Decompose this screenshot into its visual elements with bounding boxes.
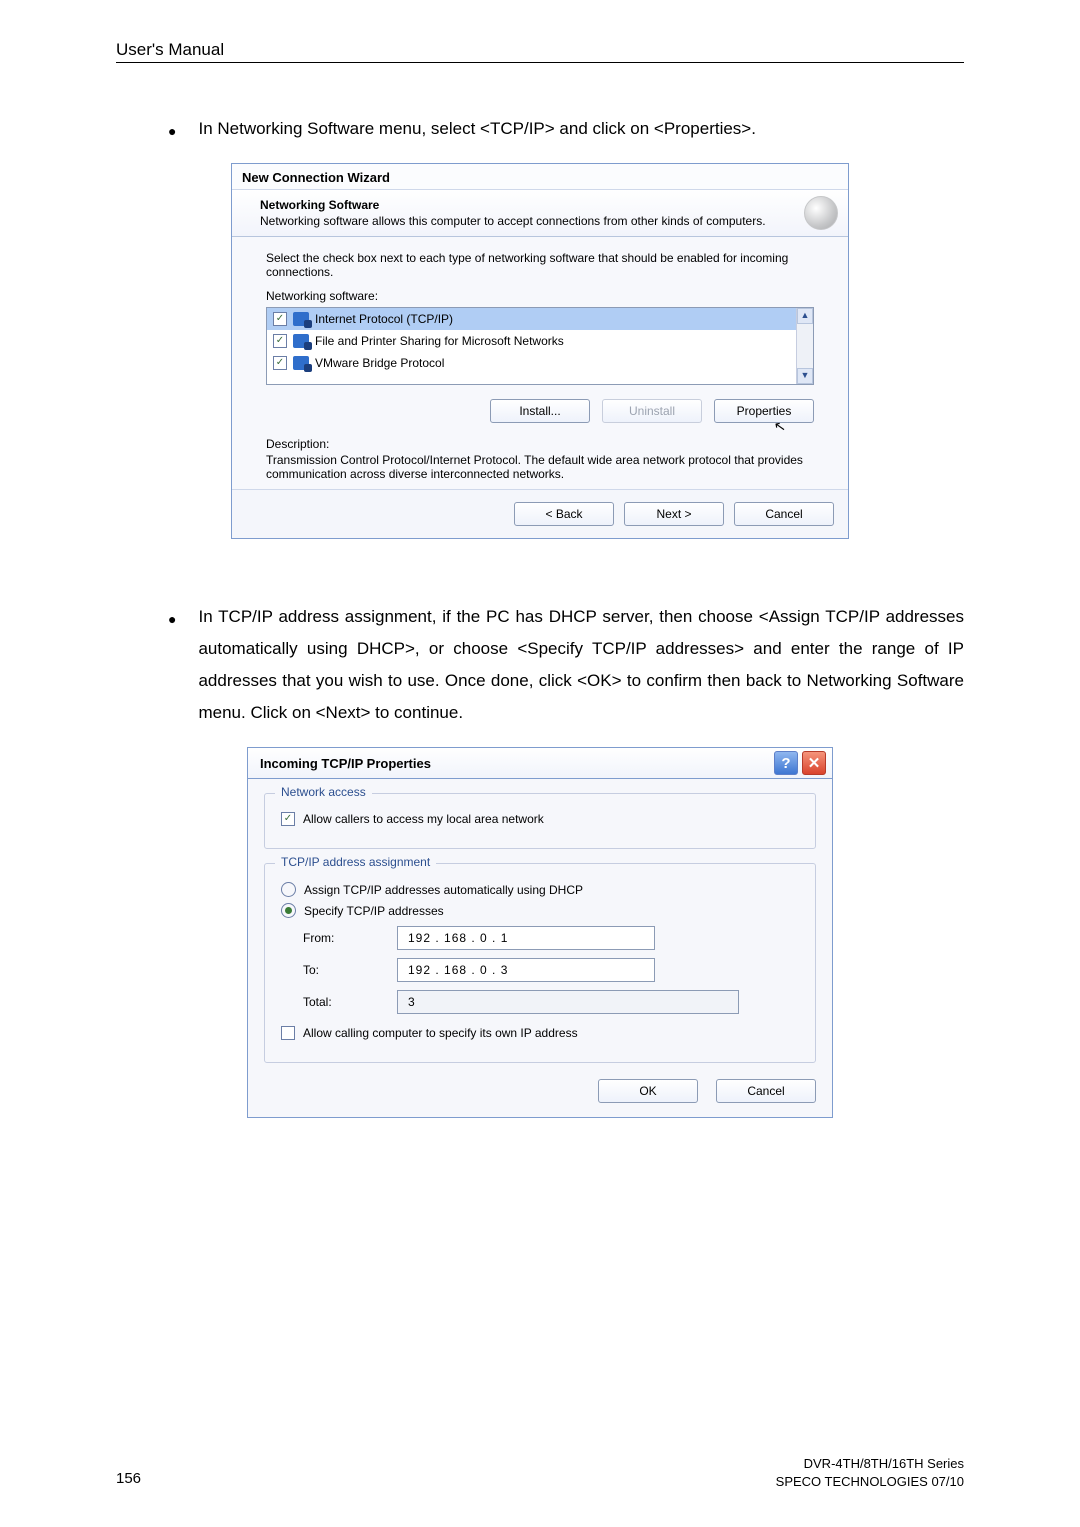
wizard-title: New Connection Wizard (232, 164, 848, 190)
footer-right: DVR-4TH/8TH/16TH Series SPECO TECHNOLOGI… (776, 1455, 964, 1491)
install-button[interactable]: Install... (490, 399, 590, 423)
close-button[interactable]: ✕ (802, 751, 826, 775)
group-legend: TCP/IP address assignment (275, 855, 436, 869)
body: ● In Networking Software menu, select <T… (116, 63, 964, 1118)
radio-label: Specify TCP/IP addresses (304, 904, 444, 918)
radio-specify[interactable] (281, 903, 296, 918)
bullet-text: In TCP/IP address assignment, if the PC … (198, 601, 964, 729)
software-listbox[interactable]: ✓ Internet Protocol (TCP/IP) ✓ File and … (266, 307, 814, 385)
dialog-titlebar: Incoming TCP/IP Properties ? ✕ (247, 747, 833, 778)
page-number: 156 (116, 1470, 141, 1487)
wizard-instruction: Select the check box next to each type o… (266, 251, 814, 279)
checkbox-label: Allow calling computer to specify its ow… (303, 1026, 578, 1040)
page-header: User's Manual (116, 40, 964, 63)
description-text: Transmission Control Protocol/Internet P… (266, 453, 814, 481)
list-item-label: VMware Bridge Protocol (315, 356, 444, 370)
from-label: From: (303, 931, 379, 945)
wizard-subtitle: Networking Software (260, 198, 834, 212)
to-label: To: (303, 963, 379, 977)
document-page: User's Manual ● In Networking Software m… (0, 0, 1080, 1527)
group-legend: Network access (275, 785, 372, 799)
bullet-icon: ● (168, 113, 176, 147)
wizard-subdesc: Networking software allows this computer… (260, 214, 834, 228)
bullet-item: ● In Networking Software menu, select <T… (116, 113, 964, 147)
properties-button[interactable]: Properties (714, 399, 814, 423)
next-button[interactable]: Next > (624, 502, 724, 526)
address-assignment-group: TCP/IP address assignment Assign TCP/IP … (264, 863, 816, 1063)
protocol-icon (293, 356, 309, 370)
scroll-down-icon[interactable]: ▼ (797, 368, 813, 384)
bullet-item: ● In TCP/IP address assignment, if the P… (116, 601, 964, 729)
uninstall-button: Uninstall (602, 399, 702, 423)
software-label: Networking software: (266, 289, 814, 303)
wizard-dialog: New Connection Wizard Networking Softwar… (231, 163, 849, 539)
footer-line: DVR-4TH/8TH/16TH Series (776, 1455, 964, 1473)
total-label: Total: (303, 995, 379, 1009)
dialog-title: Incoming TCP/IP Properties (260, 756, 431, 771)
list-item[interactable]: ✓ Internet Protocol (TCP/IP) (267, 308, 813, 330)
scroll-up-icon[interactable]: ▲ (797, 308, 813, 324)
to-ip-input[interactable]: 192 . 168 . 0 . 3 (397, 958, 655, 982)
description-label: Description: (266, 437, 814, 451)
protocol-icon (293, 312, 309, 326)
radio-label: Assign TCP/IP addresses automatically us… (304, 883, 583, 897)
checkbox-icon[interactable]: ✓ (273, 312, 287, 326)
scrollbar[interactable]: ▲ ▼ (796, 308, 813, 384)
checkbox-icon[interactable]: ✓ (281, 812, 295, 826)
radio-dhcp[interactable] (281, 882, 296, 897)
list-item[interactable]: ✓ File and Printer Sharing for Microsoft… (267, 330, 813, 352)
footer-line: SPECO TECHNOLOGIES 07/10 (776, 1473, 964, 1491)
help-button[interactable]: ? (774, 751, 798, 775)
tcpip-properties-dialog: Incoming TCP/IP Properties ? ✕ Network a… (247, 747, 833, 1118)
cancel-button[interactable]: Cancel (734, 502, 834, 526)
bullet-icon: ● (168, 601, 176, 635)
list-item[interactable]: ✓ VMware Bridge Protocol (267, 352, 813, 374)
back-button[interactable]: < Back (514, 502, 614, 526)
from-ip-input[interactable]: 192 . 168 . 0 . 1 (397, 926, 655, 950)
list-item-label: File and Printer Sharing for Microsoft N… (315, 334, 564, 348)
protocol-icon (293, 334, 309, 348)
wizard-subheader: Networking Software Networking software … (232, 190, 848, 237)
bullet-text: In Networking Software menu, select <TCP… (198, 113, 964, 145)
checkbox-icon[interactable]: ✓ (273, 356, 287, 370)
ok-button[interactable]: OK (598, 1079, 698, 1103)
checkbox-icon[interactable]: ✓ (273, 334, 287, 348)
network-access-group: Network access ✓ Allow callers to access… (264, 793, 816, 849)
checkbox-icon[interactable]: ✓ (281, 1026, 295, 1040)
cancel-button[interactable]: Cancel (716, 1079, 816, 1103)
total-readonly: 3 (397, 990, 739, 1014)
connection-icon (804, 196, 838, 230)
list-item-label: Internet Protocol (TCP/IP) (315, 312, 453, 326)
checkbox-label: Allow callers to access my local area ne… (303, 812, 544, 826)
